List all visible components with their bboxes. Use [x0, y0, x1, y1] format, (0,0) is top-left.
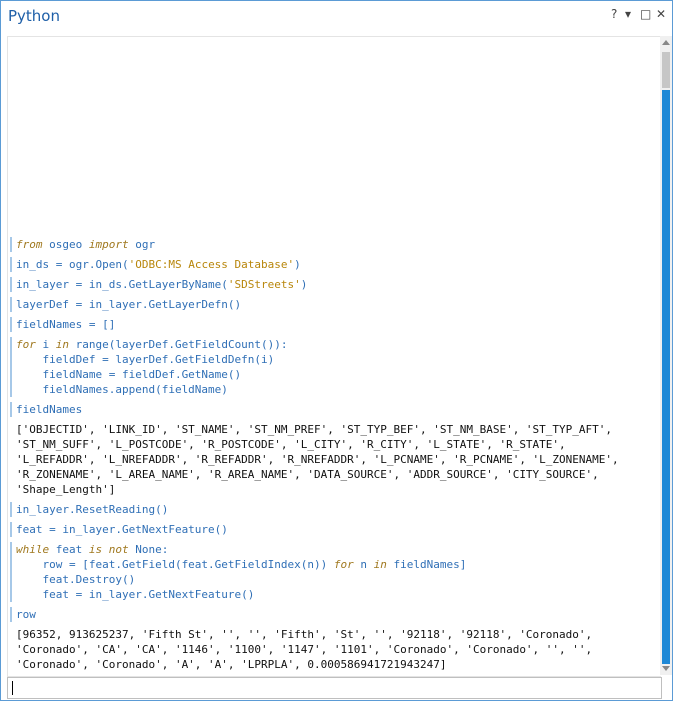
scroll-down-icon[interactable]: [662, 666, 670, 671]
vertical-scrollbar[interactable]: [660, 36, 672, 675]
input-cell: layerDef = in_layer.GetLayerDefn(): [10, 297, 661, 312]
scrollbar-track-segment: [662, 52, 670, 88]
code-text: in_layer = in_ds.GetLayerByName(: [16, 278, 228, 291]
code-keyword: import: [88, 238, 129, 251]
code-keyword: in: [373, 558, 387, 571]
maximize-icon[interactable]: □: [640, 7, 651, 21]
code-text: ): [300, 278, 308, 291]
input-cell: in_layer = in_ds.GetLayerByName('SDStree…: [10, 277, 661, 292]
code-string: 'ODBC:MS Access Database': [128, 258, 295, 271]
scrollbar-thumb[interactable]: [662, 90, 670, 664]
code-text: ): [294, 258, 301, 271]
code-keyword: from: [16, 238, 43, 251]
code-text: ogr: [128, 238, 156, 251]
code-text: fieldNames: [16, 403, 83, 416]
close-icon[interactable]: ✕: [656, 7, 666, 21]
code-keyword: while: [16, 543, 50, 556]
code-text: osgeo: [42, 238, 89, 251]
code-keyword: is not: [88, 543, 129, 556]
options-menu-icon[interactable]: ▾: [625, 7, 631, 21]
input-cell: fieldNames = []: [10, 317, 661, 332]
input-cell: while feat is not None: row = [feat.GetF…: [10, 542, 661, 602]
code-text: feat: [49, 543, 89, 556]
code-text: in_ds = ogr.Open(: [16, 258, 129, 271]
input-cell: in_layer.ResetReading(): [10, 502, 661, 517]
code-keyword: for: [16, 338, 36, 351]
code-text: in_layer.ResetReading(): [16, 503, 169, 516]
input-cell: for i in range(layerDef.GetFieldCount())…: [10, 337, 661, 397]
code-keyword: for: [333, 558, 354, 571]
code-string: 'SDStreets': [227, 278, 301, 291]
code-text: fieldNames = []: [16, 318, 116, 331]
code-text: i: [35, 338, 56, 351]
output-cell: ['OBJECTID', 'LINK_ID', 'ST_NAME', 'ST_N…: [16, 423, 619, 496]
input-cell: from osgeo import ogr: [10, 237, 661, 252]
window-title: Python: [8, 7, 60, 25]
code-text: row: [16, 608, 36, 621]
text-caret: [12, 681, 13, 695]
output-cell: [96352, 913625237, 'Fifth St', '', '', '…: [16, 628, 593, 671]
code-text: layerDef = in_layer.GetLayerDefn(): [16, 298, 242, 311]
code-text: n: [353, 558, 374, 571]
help-icon[interactable]: ?: [611, 7, 617, 21]
python-command-input[interactable]: [7, 677, 662, 699]
input-cell: fieldNames: [10, 402, 661, 417]
input-cell: feat = in_layer.GetNextFeature(): [10, 522, 661, 537]
input-cell: row: [10, 607, 661, 622]
input-cell: in_ds = ogr.Open('ODBC:MS Access Databas…: [10, 257, 661, 272]
title-bar: Python ? ▾ □ ✕: [1, 1, 672, 35]
python-window: Python ? ▾ □ ✕ from osgeo import ogr in_d…: [0, 0, 673, 701]
code-text: feat = in_layer.GetNextFeature(): [16, 523, 228, 536]
code-keyword: in: [55, 338, 69, 351]
scroll-up-icon[interactable]: [662, 40, 670, 45]
transcript-pane: from osgeo import ogr in_ds = ogr.Open('O…: [7, 36, 661, 677]
